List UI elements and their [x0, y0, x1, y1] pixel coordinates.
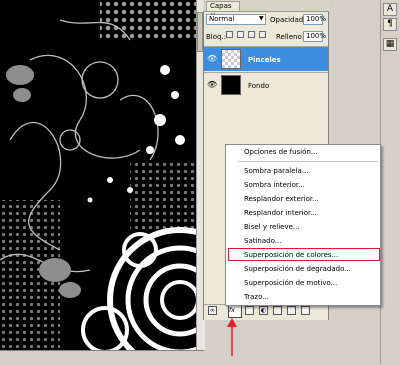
add-mask-icon[interactable]	[245, 306, 254, 315]
opacity-field[interactable]: 100%	[303, 14, 326, 25]
chevron-down-icon[interactable]: ▼	[259, 15, 264, 22]
adjustment-layer-icon[interactable]: ◐	[259, 306, 268, 315]
menu-item-superposicion-degradado[interactable]: Superposición de degradado...	[244, 265, 351, 273]
new-layer-icon[interactable]	[287, 306, 296, 315]
fill-field[interactable]: 100%	[303, 31, 326, 42]
layer-row-pinceles[interactable]: 👁 Pinceles	[204, 46, 328, 71]
layer-name: Fondo	[248, 82, 270, 90]
tab-capas[interactable]: Capas ×	[206, 1, 240, 19]
new-group-icon[interactable]	[273, 306, 282, 315]
opacity-label: Opacidad:	[270, 16, 306, 24]
layers-dock-button[interactable]: ▦	[383, 38, 397, 51]
paragraph-panel-button[interactable]: ¶	[383, 18, 397, 31]
eye-icon[interactable]: 👁	[207, 55, 218, 63]
lock-position-icon[interactable]	[248, 31, 255, 38]
fx-button[interactable]: fx	[228, 305, 242, 318]
document-canvas[interactable]	[0, 0, 196, 350]
fill-label: Relleno:	[276, 33, 305, 41]
layer-row-fondo[interactable]: 👁 Fondo	[204, 72, 328, 97]
lock-image-icon[interactable]	[237, 31, 244, 38]
menu-item-satinado[interactable]: Satinado...	[244, 237, 281, 245]
menu-separator	[238, 161, 378, 162]
layer-thumbnail	[221, 49, 241, 69]
lock-label: Bloq.:	[206, 33, 227, 41]
red-arrow-annotation	[227, 318, 237, 356]
menu-item-bisel-relieve[interactable]: Bisel y relieve...	[244, 223, 300, 231]
trash-icon[interactable]	[301, 306, 310, 315]
menu-item-resplandor-interior[interactable]: Resplandor interior...	[244, 209, 317, 217]
status-bar	[0, 350, 204, 365]
menu-item-superposicion-motivo[interactable]: Superposición de motivo...	[244, 279, 337, 287]
lock-buttons	[226, 31, 270, 41]
lock-transparency-icon[interactable]	[226, 31, 233, 38]
right-dock	[380, 0, 400, 364]
eye-icon[interactable]: 👁	[207, 81, 218, 89]
layer-name: Pinceles	[248, 56, 281, 64]
character-panel-button[interactable]: A	[383, 3, 397, 16]
menu-item-opciones-fusion[interactable]: Opciones de fusión...	[244, 148, 318, 156]
link-layers-icon[interactable]: ∞	[208, 306, 217, 315]
canvas-artwork	[0, 0, 196, 350]
menu-item-superposicion-colores[interactable]: Superposición de colores...	[244, 251, 338, 259]
menu-item-sombra-interior[interactable]: Sombra interior...	[244, 181, 305, 189]
blend-mode-select[interactable]: Normal	[206, 14, 266, 25]
menu-item-sombra-paralela[interactable]: Sombra paralela...	[244, 167, 308, 175]
lock-all-icon[interactable]	[259, 31, 266, 38]
layer-thumbnail	[221, 75, 241, 95]
menu-item-resplandor-exterior[interactable]: Resplandor exterior...	[244, 195, 319, 203]
menu-item-trazo[interactable]: Trazo...	[244, 293, 269, 301]
